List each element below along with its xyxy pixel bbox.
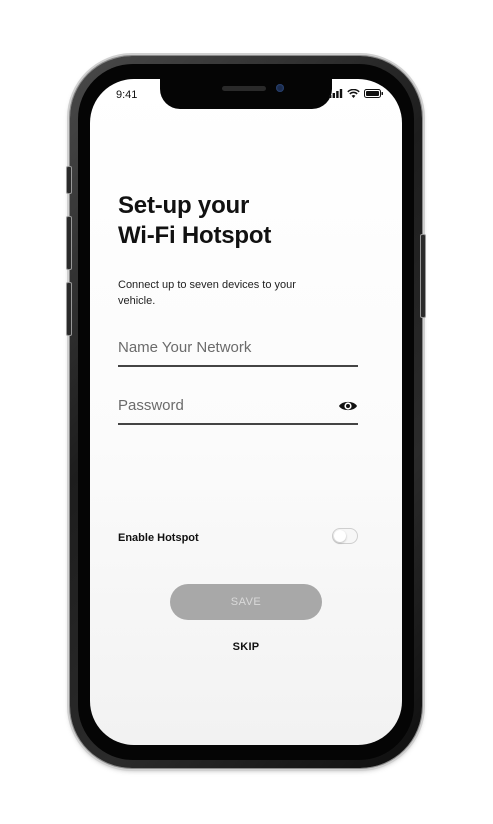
speaker-grille	[222, 86, 266, 91]
screen: 9:41 Set-up your Wi-Fi Hotspot Connect u…	[90, 79, 402, 745]
password-input[interactable]	[118, 397, 328, 414]
network-name-input[interactable]	[118, 339, 328, 356]
network-name-field	[118, 335, 358, 367]
page-title-line-1: Set-up your	[118, 192, 250, 219]
password-field	[118, 393, 358, 425]
phone-frame: 9:41 Set-up your Wi-Fi Hotspot Connect u…	[66, 56, 426, 768]
volume-down-button	[66, 282, 72, 336]
status-icons	[329, 89, 384, 98]
camera-icon	[276, 84, 284, 92]
skip-link[interactable]: SKIP	[170, 641, 322, 653]
page-title: Set-up your Wi-Fi Hotspot	[118, 191, 271, 251]
save-button[interactable]: SAVE	[170, 584, 322, 620]
silent-switch	[66, 166, 72, 194]
page-subtitle: Connect up to seven devices to your vehi…	[118, 279, 296, 307]
eye-icon[interactable]	[338, 399, 358, 413]
status-time: 9:41	[116, 89, 138, 101]
power-button	[420, 234, 426, 318]
notch	[160, 79, 332, 109]
battery-icon	[364, 89, 383, 98]
page-title-line-2: Wi-Fi Hotspot	[118, 222, 272, 249]
toggle-knob	[334, 530, 346, 542]
wifi-icon	[347, 89, 360, 98]
enable-hotspot-label: Enable Hotspot	[118, 532, 199, 544]
stage: 9:41 Set-up your Wi-Fi Hotspot Connect u…	[0, 0, 493, 824]
enable-hotspot-toggle[interactable]	[332, 528, 358, 544]
signal-icon	[329, 89, 343, 98]
volume-up-button	[66, 216, 72, 270]
